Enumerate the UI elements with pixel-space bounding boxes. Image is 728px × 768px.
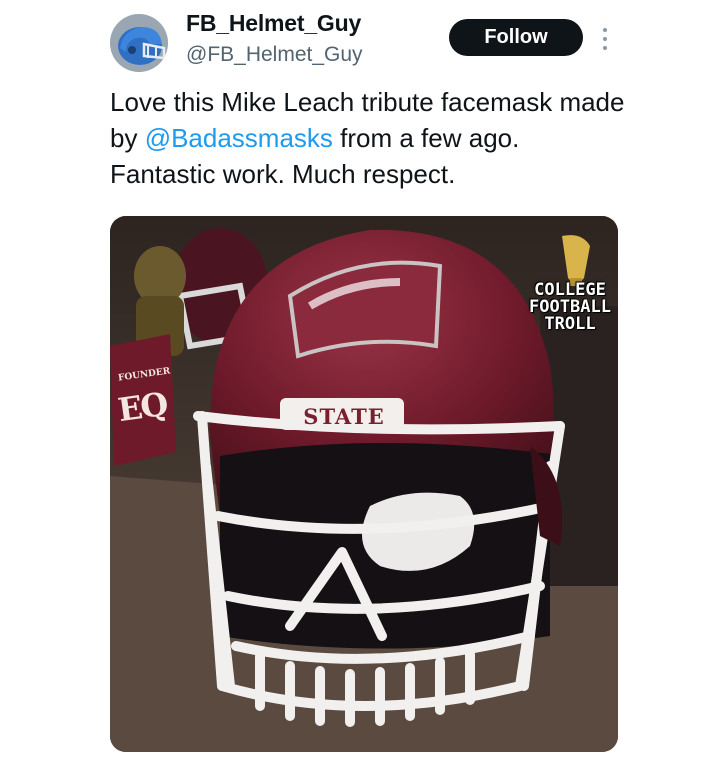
dot (603, 28, 607, 32)
watermark-line: TROLL (544, 314, 596, 334)
mention-link[interactable]: @Badassmasks (145, 123, 333, 153)
sign-small-text: FOUNDER (117, 366, 171, 384)
more-vertical-icon[interactable] (596, 26, 614, 52)
tweet-text: Love this Mike Leach tribute facemask ma… (110, 84, 630, 192)
tweet-card: FB_Helmet_Guy @FB_Helmet_Guy Follow Love… (0, 0, 728, 768)
sign-big-text: EQ (115, 384, 169, 430)
user-handle[interactable]: @FB_Helmet_Guy (186, 43, 363, 67)
follow-button[interactable]: Follow (449, 19, 583, 56)
helmet-avatar-icon (110, 14, 168, 72)
dot (603, 46, 607, 50)
sign-text: FOUNDER EQ (112, 366, 172, 446)
tweet-media[interactable]: FOUNDER EQ STATE COLLEGE FOOTBALL TROLL (110, 216, 618, 752)
dot (603, 37, 607, 41)
helmet-stripe-text: STATE (303, 404, 385, 429)
watermark: COLLEGE FOOTBALL TROLL (522, 282, 618, 333)
avatar[interactable] (110, 14, 168, 72)
display-name[interactable]: FB_Helmet_Guy (186, 10, 361, 37)
